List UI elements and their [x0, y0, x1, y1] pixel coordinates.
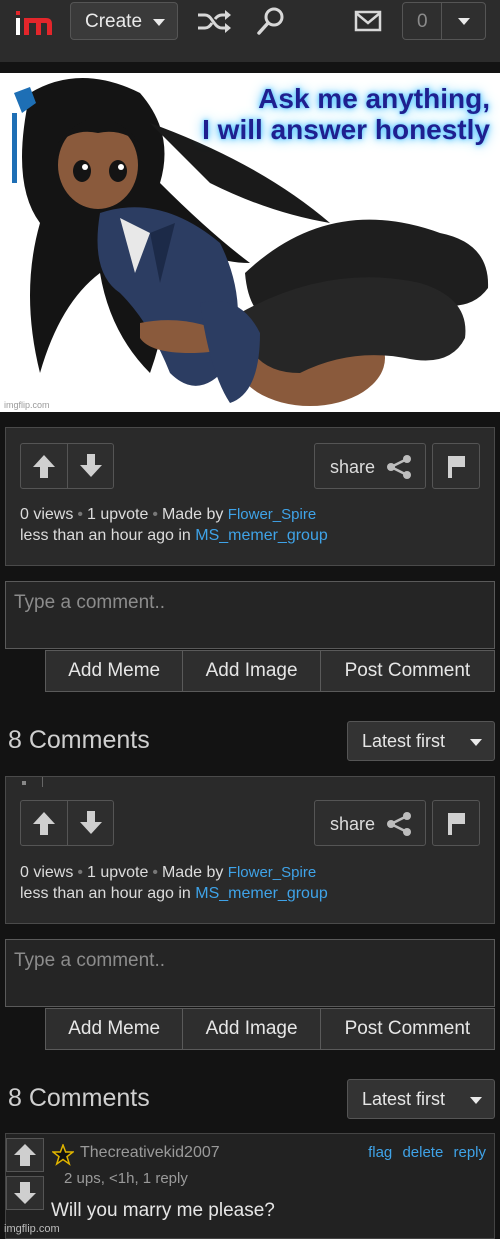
comment-action-buttons: Add Meme Add Image Post Comment: [45, 650, 495, 692]
notification-count: 0: [417, 11, 428, 32]
comment-input[interactable]: [6, 940, 494, 1006]
arrow-up-icon: [33, 455, 55, 478]
post-time: less than an hour ago in MS_memer_group: [20, 525, 328, 546]
add-image-button[interactable]: Add Image: [183, 651, 321, 691]
views-count: 0 views: [20, 506, 74, 523]
create-button[interactable]: Create: [70, 2, 178, 40]
add-meme-button[interactable]: Add Meme: [46, 651, 184, 691]
add-image-button[interactable]: Add Image: [183, 1009, 321, 1049]
comment-upvote-button[interactable]: [6, 1138, 44, 1172]
arrow-down-icon: [14, 1182, 36, 1204]
comment-action-buttons: Add Meme Add Image Post Comment: [45, 1008, 495, 1050]
share-icon: [387, 455, 411, 479]
image-watermark: imgflip.com: [4, 400, 50, 410]
time-text: less than an hour ago in: [20, 527, 191, 544]
post-stats: 0 views • 1 upvote • Made by Flower_Spire: [20, 864, 317, 881]
mail-icon[interactable]: [354, 10, 382, 37]
post-info-panel: share 0 views • 1 upvote • Made by Flower_Sp…: [5, 427, 495, 566]
share-label: share: [330, 457, 376, 477]
sort-dropdown[interactable]: Latest first: [347, 721, 495, 761]
star-icon: [52, 1144, 74, 1166]
chevron-down-icon: [153, 19, 165, 26]
author-link[interactable]: Flower_Spire: [228, 864, 316, 881]
author-link[interactable]: Flower_Spire: [228, 506, 316, 523]
downvote-button[interactable]: [67, 801, 114, 845]
vote-buttons: [20, 800, 114, 846]
arrow-up-icon: [33, 812, 55, 835]
post-stats: 0 views • 1 upvote • Made by Flower_Spire: [20, 506, 317, 523]
comment-box: [5, 939, 495, 1007]
group-link[interactable]: MS_memer_group: [195, 527, 328, 544]
caption-line-1: Ask me anything,: [258, 83, 490, 114]
sort-dropdown[interactable]: Latest first: [347, 1079, 495, 1119]
post-info-panel: share 0 views • 1 upvote • Made by Flower_Sp…: [5, 776, 495, 924]
meme-caption: Ask me anything, I will answer honestly: [150, 83, 490, 145]
shuffle-icon[interactable]: [196, 8, 232, 39]
post-comment-button[interactable]: Post Comment: [321, 1009, 494, 1049]
vote-buttons: [20, 443, 114, 489]
upvote-button[interactable]: [21, 444, 67, 488]
sort-label: Latest first: [362, 1089, 446, 1109]
search-icon[interactable]: [256, 6, 286, 41]
made-by-label: Made by: [161, 864, 224, 881]
comment-actions: flag delete reply: [362, 1144, 486, 1161]
flag-icon: [448, 456, 465, 478]
comment-item: Thecreativekid2007 flag delete reply 2 u…: [5, 1133, 495, 1239]
group-link[interactable]: MS_memer_group: [195, 885, 328, 902]
flag-button[interactable]: [432, 443, 480, 489]
top-navigation-bar: Create 0: [0, 0, 500, 62]
upvote-count: 1 upvote: [86, 506, 149, 523]
share-button[interactable]: share: [314, 800, 426, 846]
comments-count-heading: 8 Comments: [8, 1084, 150, 1112]
views-count: 0 views: [20, 864, 74, 881]
sort-label: Latest first: [362, 731, 446, 751]
comments-count-heading: 8 Comments: [8, 726, 150, 754]
comment-downvote-button[interactable]: [6, 1176, 44, 1210]
collapsed-image-marker: [22, 781, 26, 785]
chevron-down-icon[interactable]: [458, 18, 470, 25]
imgflip-logo[interactable]: [14, 8, 56, 38]
share-button[interactable]: share: [314, 443, 426, 489]
create-button-label: Create: [85, 11, 143, 32]
comment-username[interactable]: Thecreativekid2007: [80, 1144, 220, 1162]
chevron-down-icon: [470, 739, 482, 746]
arrow-down-icon: [80, 811, 102, 834]
comment-input[interactable]: [6, 582, 494, 648]
flag-button[interactable]: [432, 800, 480, 846]
made-by-label: Made by: [161, 506, 224, 523]
flag-link[interactable]: flag: [368, 1144, 392, 1161]
notifications-dropdown[interactable]: 0: [402, 2, 486, 40]
upvote-button[interactable]: [21, 801, 67, 845]
post-time: less than an hour ago in MS_memer_group: [20, 883, 328, 904]
chevron-down-icon: [470, 1097, 482, 1104]
add-meme-button[interactable]: Add Meme: [46, 1009, 184, 1049]
upvote-count: 1 upvote: [86, 864, 149, 881]
notification-divider: [441, 3, 442, 39]
meme-image: Ask me anything, I will answer honestly …: [0, 73, 500, 412]
collapsed-image-divider: [42, 777, 43, 787]
downvote-button[interactable]: [67, 444, 114, 488]
comment-stats: 2 ups, <1h, 1 reply: [64, 1170, 188, 1187]
flag-icon: [448, 813, 465, 835]
reply-link[interactable]: reply: [453, 1144, 486, 1161]
share-label: share: [330, 814, 376, 834]
comment-box: [5, 581, 495, 649]
delete-link[interactable]: delete: [402, 1144, 443, 1161]
arrow-up-icon: [14, 1144, 36, 1166]
time-text: less than an hour ago in: [20, 885, 191, 902]
post-comment-button[interactable]: Post Comment: [321, 651, 494, 691]
arrow-down-icon: [80, 454, 102, 477]
caption-line-2: I will answer honestly: [202, 114, 490, 145]
share-icon: [387, 812, 411, 836]
imgflip-watermark: imgflip.com: [4, 1223, 60, 1235]
comment-text: Will you marry me please?: [51, 1200, 275, 1221]
